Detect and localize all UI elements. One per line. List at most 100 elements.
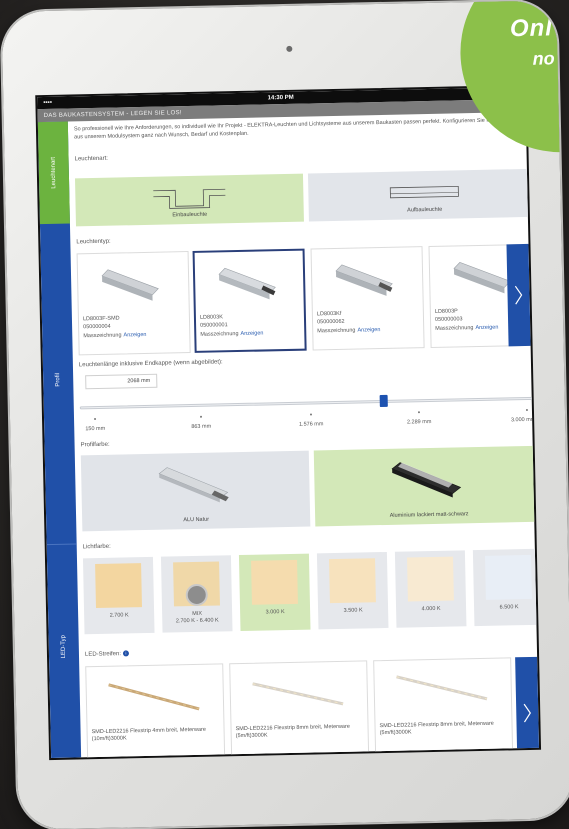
slider-track — [79, 396, 538, 410]
type-code: LD8003K — [199, 314, 223, 321]
light-color-option[interactable]: 3.500 K — [316, 551, 389, 630]
light-color-name: MIX — [192, 610, 203, 618]
profile-color-option-label: ALU Natur — [183, 516, 210, 524]
length-slider[interactable] — [79, 394, 538, 411]
light-color-option[interactable]: 2.700 K — [82, 556, 155, 635]
type-card-selected[interactable]: LD8003K 050000001 Masszeichnung Anzeigen — [192, 248, 307, 353]
configurator: Leuchtenart Profil LED-Typ So profession… — [37, 112, 542, 761]
app-screen: ▪▪▪▪ 14:30 PM ▮▮▮ DAS BAUKASTENSYSTEM - … — [35, 84, 542, 761]
mount-option-aufbau[interactable]: Aufbauleuchte — [307, 168, 541, 222]
drawing-label: Masszeichnung — [83, 332, 122, 340]
mount-option-label: Aufbauleuchte — [407, 206, 443, 214]
type-drawing-row: Masszeichnung Anzeigen — [317, 327, 380, 334]
badge-line-1: Onl — [509, 14, 554, 43]
led-strip-card[interactable]: SMD-LED2216 Flexstrip 8mm breit, Meterwa… — [229, 660, 370, 761]
led-strip-article: 054015892 — [236, 753, 264, 761]
led-strip-name: SMD-LED2216 Flexstrip 8mm breit, Meterwa… — [235, 723, 350, 740]
led-strip-card[interactable]: SMD-LED2216 Flexstrip 8mm breit, Meterwa… — [373, 657, 514, 761]
type-carousel: LD8003F-SMD 050000004 Masszeichnung Anzei… — [76, 244, 539, 356]
light-color-option[interactable]: 4.000 K — [394, 550, 467, 628]
step-label-profil[interactable]: Profil — [55, 373, 61, 387]
slider-tick-label: 1.576 mm — [298, 421, 324, 428]
type-article-number: 050000001 — [200, 322, 228, 329]
light-color-option[interactable]: 6.500 K — [472, 548, 542, 627]
front-camera — [286, 45, 293, 52]
profile-color-option-label: Aluminium lackiert matt-schwarz — [389, 511, 469, 519]
type-code: LD8003P — [434, 308, 458, 315]
light-color-value: 4.000 K — [421, 605, 441, 613]
length-unit: mm — [141, 377, 151, 385]
color-sample — [95, 563, 142, 609]
light-color-value: 3.000 K — [265, 609, 285, 616]
light-color-label: Lichtfarbe: — [82, 543, 111, 551]
mount-label: Leuchtenart: — [74, 155, 109, 163]
light-color-option-selected[interactable]: 3.000 K — [238, 553, 311, 632]
light-color-value: 6.500 K — [499, 604, 519, 611]
surface-profile-icon — [389, 185, 459, 199]
color-sample — [484, 554, 532, 600]
recessed-profile-icon — [153, 188, 226, 209]
alu-profile-image — [158, 467, 229, 503]
step-label-led-typ[interactable]: LED-Typ — [61, 635, 67, 658]
show-drawing-link[interactable]: Anzeigen — [475, 325, 498, 331]
profile-image — [218, 267, 276, 300]
led-strip-name: SMD-LED2216 Flexstrip 4mm breit, Meterwa… — [91, 726, 206, 743]
length-value: 2068 — [127, 378, 140, 385]
step-label-leuchtenart: Leuchtenart — [50, 156, 58, 189]
slider-tick — [309, 413, 313, 416]
tablet-device: ▪▪▪▪ 14:30 PM ▮▮▮ DAS BAUKASTENSYSTEM - … — [1, 0, 569, 829]
intro-text: So professionell wie Ihre Anforderungen,… — [73, 117, 520, 141]
led-strip-image — [252, 682, 344, 706]
light-color-option[interactable]: MIX 2.700 K - 6.400 K — [160, 555, 233, 633]
show-drawing-link[interactable]: Anzeigen — [357, 327, 380, 333]
type-article-number: 050000004 — [83, 323, 111, 331]
drawing-label: Masszeichnung — [435, 325, 474, 332]
light-color-range: 2.700 K - 6.400 K — [175, 617, 219, 625]
light-color-value: MIX 2.700 K - 6.400 K — [162, 610, 232, 625]
type-card[interactable]: LD8003Kf 050000062 Masszeichnung Anzeigen — [310, 246, 425, 351]
show-drawing-link[interactable]: Anzeigen — [123, 332, 146, 338]
led-strip-next-button[interactable] — [515, 656, 540, 761]
drawing-label: Masszeichnung — [317, 327, 356, 335]
light-color-value: 2.700 K — [109, 612, 129, 619]
led-strip-name: SMD-LED2216 Flexstrip 8mm breit, Meterwa… — [379, 720, 494, 737]
profile-image — [101, 269, 159, 301]
led-strip-carousel: SMD-LED2216 Flexstrip 4mm breit, Meterwa… — [85, 657, 541, 761]
led-strip-image — [108, 683, 200, 711]
slider-tick-label: 863 mm — [191, 423, 212, 431]
length-input[interactable]: 2068 mm — [85, 373, 158, 390]
chevron-right-icon — [523, 703, 532, 723]
mount-option-einbau[interactable]: Einbauleuchte — [74, 173, 304, 227]
color-sample — [407, 556, 454, 602]
profile-color-black[interactable]: Aluminium lackiert matt-schwarz — [313, 445, 542, 527]
type-card[interactable]: LD8003F-SMD 050000004 Masszeichnung Anzei… — [76, 251, 191, 356]
color-sample — [251, 559, 298, 605]
led-strip-label-text: LED-Streifen: — [84, 651, 122, 658]
slider-handle[interactable] — [379, 394, 388, 408]
type-label: Leuchtentyp: — [76, 238, 111, 246]
show-drawing-link[interactable]: Anzeigen — [240, 330, 263, 336]
profile-color-alu[interactable]: ALU Natur — [80, 450, 311, 532]
slider-tick — [525, 408, 528, 412]
slider-tick — [417, 411, 420, 414]
slider-tick-label: 150 mm — [85, 425, 106, 433]
type-article-number: 050000062 — [317, 318, 345, 326]
signal-indicator: ▪▪▪▪ — [43, 99, 52, 107]
led-strip-article: 054015894 — [380, 750, 408, 758]
badge-line-2: no — [532, 48, 555, 69]
type-code: LD8003F-SMD — [82, 315, 120, 323]
profile-color-label: Profilfarbe: — [80, 441, 110, 449]
slider-tick-label: 3.000 mm — [510, 416, 536, 424]
mount-option-label: Einbauleuchte — [172, 211, 208, 219]
main-content: So professionell wie Ihre Anforderungen,… — [68, 112, 542, 761]
slider-tick — [199, 415, 203, 418]
info-icon[interactable]: i — [122, 650, 130, 657]
led-strip-card[interactable]: SMD-LED2216 Flexstrip 4mm breit, Meterwa… — [85, 663, 226, 761]
type-drawing-row: Masszeichnung Anzeigen — [83, 332, 146, 339]
clock: 14:30 PM — [267, 94, 294, 102]
light-color-value: 3.500 K — [343, 607, 363, 614]
chevron-right-icon — [514, 285, 523, 305]
profile-image — [335, 264, 393, 296]
type-next-button[interactable] — [506, 243, 531, 347]
drawing-label: Masszeichnung — [200, 331, 239, 338]
